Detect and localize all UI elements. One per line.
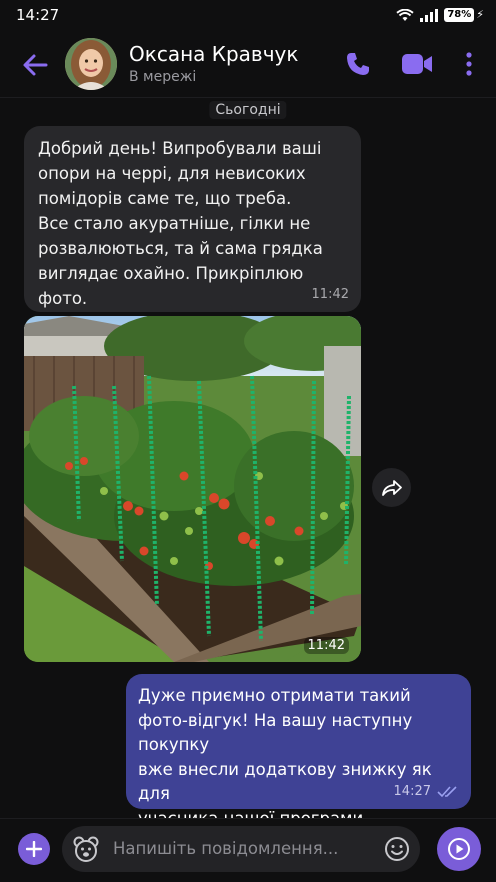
send-icon bbox=[448, 838, 470, 860]
tomato-garden-photo bbox=[24, 316, 361, 662]
plus-icon bbox=[26, 841, 42, 857]
avatar[interactable] bbox=[65, 38, 117, 90]
outgoing-message[interactable]: Дуже приємно отримати такий фото-відгук!… bbox=[126, 674, 471, 852]
message-text: Добрий день! Випробували ваші опори на ч… bbox=[38, 139, 323, 308]
contact-name[interactable]: Оксана Кравчук bbox=[129, 42, 298, 66]
sticker-bear-icon[interactable] bbox=[72, 835, 100, 863]
emoji-icon[interactable] bbox=[384, 836, 410, 862]
wifi-icon bbox=[396, 8, 414, 22]
date-separator: Сьогодні bbox=[209, 101, 287, 119]
status-time: 14:27 bbox=[16, 6, 60, 24]
photo-time: 11:42 bbox=[303, 637, 349, 654]
call-button[interactable] bbox=[344, 50, 372, 78]
back-button[interactable] bbox=[20, 50, 50, 80]
message-input-bar: Напишіть повідомлення... bbox=[0, 818, 496, 882]
incoming-message[interactable]: Добрий день! Випробували ваші опори на ч… bbox=[24, 126, 361, 312]
double-check-read-icon bbox=[437, 786, 457, 798]
back-arrow-icon bbox=[23, 54, 48, 76]
message-time: 11:42 bbox=[311, 287, 349, 302]
message-placeholder: Напишіть повідомлення... bbox=[113, 839, 339, 858]
more-vertical-icon bbox=[466, 52, 472, 76]
charging-bolt-icon: ⚡ bbox=[476, 8, 484, 21]
share-arrow-icon bbox=[381, 479, 402, 496]
chat-header: Оксана Кравчук В мережі bbox=[0, 30, 496, 98]
chat-area[interactable]: Сьогодні Добрий день! Випробували ваші о… bbox=[0, 98, 496, 852]
video-call-button[interactable] bbox=[401, 52, 433, 76]
send-button[interactable] bbox=[437, 827, 481, 871]
attach-button[interactable] bbox=[18, 833, 50, 865]
incoming-photo-message[interactable]: 11:42 bbox=[24, 316, 361, 662]
status-icons: 78% ⚡ bbox=[396, 8, 484, 22]
phone-icon bbox=[347, 53, 369, 75]
video-camera-icon bbox=[402, 54, 432, 74]
message-input[interactable]: Напишіть повідомлення... bbox=[62, 826, 420, 872]
status-bar: 14:27 78% ⚡ bbox=[0, 0, 496, 30]
more-options-button[interactable] bbox=[461, 50, 477, 78]
battery-level: 78% bbox=[444, 8, 475, 22]
message-time: 14:27 bbox=[393, 784, 431, 799]
signal-icon bbox=[420, 8, 439, 22]
forward-button[interactable] bbox=[372, 468, 411, 507]
battery-indicator: 78% ⚡ bbox=[444, 8, 484, 22]
contact-status: В мережі bbox=[129, 69, 197, 85]
